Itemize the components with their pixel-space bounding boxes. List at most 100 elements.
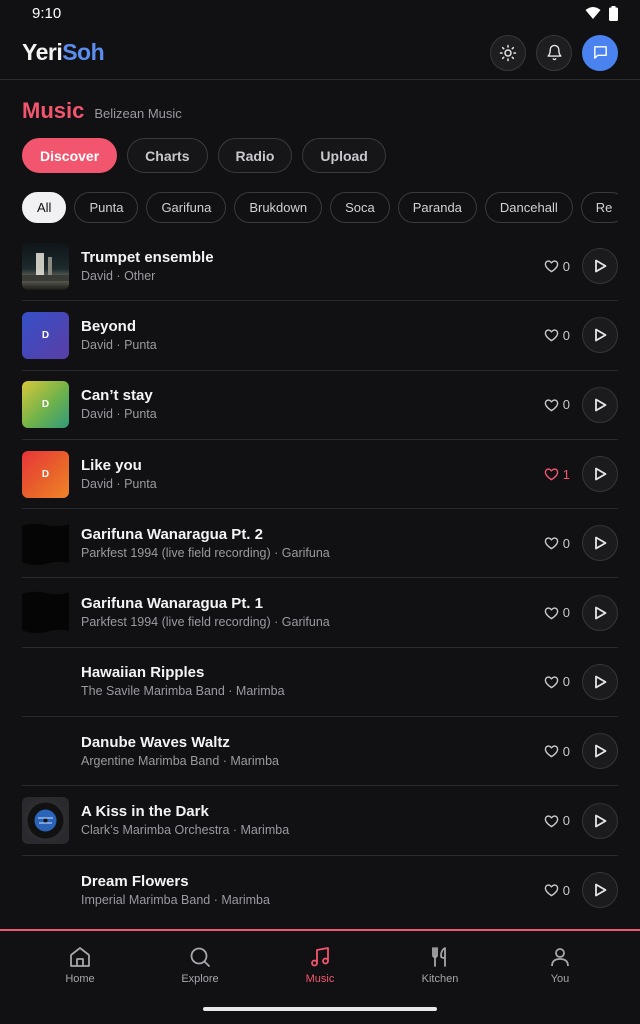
nav-item-kitchen[interactable]: Kitchen (400, 945, 480, 985)
nav-label: Home (65, 973, 95, 985)
play-button[interactable] (582, 456, 618, 493)
play-icon (594, 398, 606, 412)
bell-icon (546, 44, 562, 61)
track-info: Can’t stay David · Punta (81, 386, 544, 423)
track-title: Beyond (81, 317, 137, 335)
battery-icon (609, 5, 618, 21)
section-tabs: Discover Charts Radio Upload (0, 124, 640, 173)
track-info: Dream Flowers Imperial Marimba Band · Ma… (81, 872, 544, 909)
heart-icon (544, 260, 559, 273)
play-button[interactable] (582, 248, 618, 285)
theme-toggle-button[interactable] (490, 34, 526, 71)
play-button[interactable] (582, 872, 618, 909)
nav-label: Explore (181, 973, 219, 985)
like-button[interactable]: 0 (544, 883, 570, 898)
like-count: 0 (562, 882, 570, 898)
notifications-button[interactable] (536, 34, 572, 71)
chip-soca[interactable]: Soca (330, 192, 390, 223)
nav-item-you[interactable]: You (520, 945, 600, 985)
like-button[interactable]: 0 (544, 397, 570, 412)
chip-brukdown[interactable]: Brukdown (234, 192, 323, 223)
nav-item-explore[interactable]: Explore (160, 945, 240, 985)
play-icon (594, 259, 606, 273)
track-row[interactable]: D Can’t stay David · Punta 0 (22, 371, 618, 440)
chip-punta[interactable]: Punta (74, 192, 139, 223)
like-count: 0 (562, 674, 570, 690)
status-time: 9:10 (32, 4, 62, 22)
track-row[interactable]: Garifuna Wanaragua Pt. 1 Parkfest 1994 (… (22, 578, 618, 648)
status-icons (585, 5, 618, 21)
like-button[interactable]: 0 (544, 674, 570, 689)
chat-bubble-icon (593, 46, 607, 59)
play-button[interactable] (582, 733, 618, 770)
like-button-liked[interactable]: 1 (544, 467, 570, 482)
music-note-icon (311, 947, 329, 967)
track-meta: David · Punta (81, 407, 157, 422)
play-button[interactable] (582, 317, 618, 354)
play-button[interactable] (582, 594, 618, 631)
track-row[interactable]: Danube Waves Waltz Argentine Marimba Ban… (22, 717, 618, 787)
page-title: Music (22, 98, 85, 123)
chip-paranda[interactable]: Paranda (397, 192, 477, 223)
home-indicator-bar[interactable] (203, 1007, 437, 1011)
play-button[interactable] (582, 802, 618, 839)
track-meta: David · Punta (81, 476, 157, 491)
track-row[interactable]: Hawaiian Ripples The Savile Marimba Band… (22, 648, 618, 718)
track-row[interactable]: Dream Flowers Imperial Marimba Band · Ma… (22, 856, 618, 925)
heart-icon (544, 884, 559, 897)
like-button[interactable]: 0 (544, 605, 570, 620)
track-artwork-initial: D (22, 381, 69, 429)
messages-button[interactable] (582, 34, 618, 71)
play-icon (594, 675, 606, 689)
header-actions (490, 34, 618, 71)
like-count: 0 (562, 813, 570, 829)
track-artwork-placeholder (22, 728, 69, 775)
heart-icon (544, 814, 559, 827)
app-logo[interactable]: YeriSoh (22, 39, 105, 66)
chip-garifuna[interactable]: Garifuna (146, 192, 227, 223)
chip-dancehall[interactable]: Dancehall (484, 192, 573, 223)
track-row[interactable]: D Like you David · Punta 1 (22, 440, 618, 510)
app-header: YeriSoh (0, 26, 640, 80)
track-title: Dream Flowers (81, 872, 189, 890)
like-count: 0 (562, 258, 570, 274)
page-subtitle: Belizean Music (94, 106, 182, 121)
tab-discover[interactable]: Discover (22, 138, 118, 173)
tab-upload[interactable]: Upload (302, 138, 386, 173)
like-button[interactable]: 0 (544, 813, 570, 828)
like-button[interactable]: 0 (544, 536, 570, 551)
chip-overflow[interactable]: Re (580, 192, 618, 223)
track-meta: David · Other (81, 268, 156, 283)
track-meta: Argentine Marimba Band · Marimba (81, 753, 279, 768)
nav-item-home[interactable]: Home (40, 945, 120, 985)
tab-charts[interactable]: Charts (127, 138, 208, 173)
like-count: 0 (562, 397, 570, 413)
tab-radio[interactable]: Radio (217, 138, 293, 173)
like-count: 0 (562, 327, 570, 343)
like-button[interactable]: 0 (544, 259, 570, 274)
heart-icon (544, 606, 559, 619)
genre-filter-chips: All Punta Garifuna Brukdown Soca Paranda… (0, 173, 618, 223)
like-button[interactable]: 0 (544, 744, 570, 759)
track-title: Danube Waves Waltz (81, 733, 230, 751)
track-row[interactable]: D Beyond David · Punta 0 (22, 301, 618, 371)
play-icon (594, 467, 606, 481)
nav-label: Kitchen (421, 973, 459, 985)
wifi-icon (585, 7, 601, 19)
chip-all[interactable]: All (22, 192, 67, 223)
track-artwork-photo (22, 589, 69, 637)
nav-label: Music (305, 973, 335, 985)
play-button[interactable] (582, 663, 618, 700)
bottom-navigation: Home Explore Music Kitchen You (0, 929, 640, 1024)
play-button[interactable] (582, 525, 618, 562)
track-row[interactable]: Garifuna Wanaragua Pt. 2 Parkfest 1994 (… (22, 509, 618, 579)
track-row[interactable]: Trumpet ensemble David · Other 0 (22, 232, 618, 302)
sun-icon (499, 44, 517, 61)
play-button[interactable] (582, 386, 618, 423)
heart-icon (544, 676, 559, 689)
like-button[interactable]: 0 (544, 328, 570, 343)
play-icon (594, 536, 606, 550)
track-row[interactable]: A Kiss in the Dark Clark’s Marimba Orche… (22, 786, 618, 856)
nav-item-music[interactable]: Music (280, 945, 360, 985)
home-icon (70, 947, 90, 967)
